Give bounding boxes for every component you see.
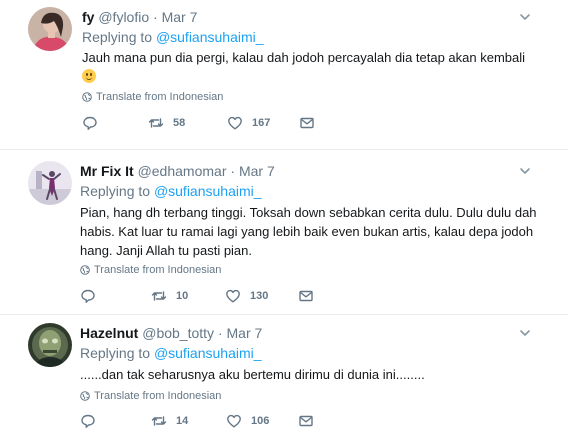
tweet-date[interactable]: Mar 7 — [239, 163, 275, 179]
separator-dot: · — [230, 163, 236, 179]
retweet-icon — [151, 416, 167, 426]
translate-label: Translate from Indonesian — [94, 390, 222, 402]
tweet-text-line: hang. Janji Allah tu pasti pian. — [80, 243, 253, 258]
heart-icon — [226, 289, 240, 303]
heart-icon — [227, 414, 241, 428]
tweet[interactable]: Mr Fix It @edhamomar · Mar 7 Replying to… — [0, 150, 568, 315]
tweet-text-line: Pian, hang dh terbang tinggi. Toksah dow… — [80, 205, 537, 220]
tweet-date[interactable]: Mar 7 — [227, 325, 263, 341]
like-button[interactable]: 167 — [227, 115, 270, 131]
tweet-text-line: habis. Kat luar tu ramai lagi yang lebih… — [80, 224, 534, 239]
avatar-image — [28, 7, 72, 51]
translate-link[interactable]: Translate from Indonesian — [80, 263, 221, 277]
replying-to: Replying to @sufiansuhaimi_ — [80, 344, 262, 362]
direct-message-button[interactable] — [298, 288, 314, 304]
replying-prefix: Replying to — [82, 29, 153, 45]
chevron-down-icon[interactable] — [518, 326, 532, 340]
replying-to: Replying to @sufiansuhaimi_ — [82, 28, 264, 46]
reply-icon — [83, 116, 97, 130]
like-count: 130 — [250, 290, 269, 302]
translate-label: Translate from Indonesian — [96, 91, 224, 103]
retweet-icon — [148, 118, 164, 128]
translate-link[interactable]: Translate from Indonesian — [82, 90, 223, 104]
display-name[interactable]: fy — [82, 9, 94, 25]
upside-down-face-emoji-icon — [82, 69, 96, 83]
replying-to: Replying to @sufiansuhaimi_ — [80, 182, 262, 200]
retweet-button[interactable]: 58 — [148, 115, 185, 131]
translate-label: Translate from Indonesian — [94, 264, 222, 276]
display-name[interactable]: Mr Fix It — [80, 163, 134, 179]
tweet-actions: 58 167 — [82, 115, 382, 133]
replying-to-link[interactable]: @sufiansuhaimi_ — [156, 29, 264, 45]
like-button[interactable]: 106 — [226, 413, 269, 429]
tweet-text-line: Jauh mana pun dia pergi, kalau dah jodoh… — [82, 50, 526, 65]
envelope-icon — [299, 415, 313, 427]
avatar-image — [28, 323, 72, 367]
user-handle[interactable]: @fylofio — [98, 9, 149, 25]
replying-to-link[interactable]: @sufiansuhaimi_ — [154, 345, 262, 361]
separator-dot: · — [153, 9, 158, 25]
tweet-text-line: ......dan tak seharusnya aku bertemu dir… — [80, 367, 425, 382]
user-handle[interactable]: @edhamomar — [138, 163, 227, 179]
avatar-image — [28, 161, 72, 205]
replying-to-link[interactable]: @sufiansuhaimi_ — [154, 183, 262, 199]
retweet-icon — [151, 291, 167, 301]
replying-prefix: Replying to — [80, 183, 151, 199]
tweet-date[interactable]: Mar 7 — [162, 9, 198, 25]
like-count: 106 — [251, 415, 270, 427]
replying-prefix: Replying to — [80, 345, 151, 361]
tweet[interactable]: fy @fylofio · Mar 7 Replying to @sufians… — [0, 0, 568, 150]
direct-message-button[interactable] — [299, 115, 315, 131]
tweet-header: Mr Fix It @edhamomar · Mar 7 — [80, 162, 275, 180]
retweet-count: 14 — [176, 415, 189, 427]
reply-button[interactable] — [80, 413, 105, 429]
globe-icon — [80, 265, 90, 275]
globe-icon — [80, 391, 90, 401]
globe-icon — [82, 92, 92, 102]
tweet-text: ......dan tak seharusnya aku bertemu dir… — [80, 365, 550, 384]
retweet-count: 10 — [176, 290, 189, 302]
display-name[interactable]: Hazelnut — [80, 325, 138, 341]
reply-icon — [81, 289, 95, 303]
translate-link[interactable]: Translate from Indonesian — [80, 389, 221, 403]
tweet-actions: 14 106 — [80, 413, 380, 431]
chevron-down-icon[interactable] — [518, 164, 532, 178]
tweet[interactable]: Hazelnut @bob_totty · Mar 7 Replying to … — [0, 315, 568, 436]
reply-button[interactable] — [80, 288, 105, 304]
tweet-text: Jauh mana pun dia pergi, kalau dah jodoh… — [82, 48, 552, 86]
tweet-actions: 10 130 — [80, 288, 380, 306]
envelope-icon — [300, 117, 314, 129]
like-count: 167 — [252, 117, 271, 129]
direct-message-button[interactable] — [298, 413, 314, 429]
tweet-text: Pian, hang dh terbang tinggi. Toksah dow… — [80, 203, 560, 260]
retweet-button[interactable]: 10 — [151, 288, 188, 304]
retweet-button[interactable]: 14 — [151, 413, 188, 429]
reply-icon — [81, 414, 95, 428]
user-handle[interactable]: @bob_totty — [142, 325, 214, 341]
like-button[interactable]: 130 — [225, 288, 268, 304]
avatar[interactable] — [28, 323, 72, 367]
avatar[interactable] — [28, 7, 72, 51]
avatar[interactable] — [28, 161, 72, 205]
reply-button[interactable] — [82, 115, 107, 131]
tweet-header: Hazelnut @bob_totty · Mar 7 — [80, 324, 262, 342]
envelope-icon — [299, 290, 313, 302]
heart-icon — [228, 116, 242, 130]
retweet-count: 58 — [173, 117, 186, 129]
separator-dot: · — [217, 325, 223, 341]
chevron-down-icon[interactable] — [518, 10, 532, 24]
tweet-header: fy @fylofio · Mar 7 — [82, 8, 197, 26]
